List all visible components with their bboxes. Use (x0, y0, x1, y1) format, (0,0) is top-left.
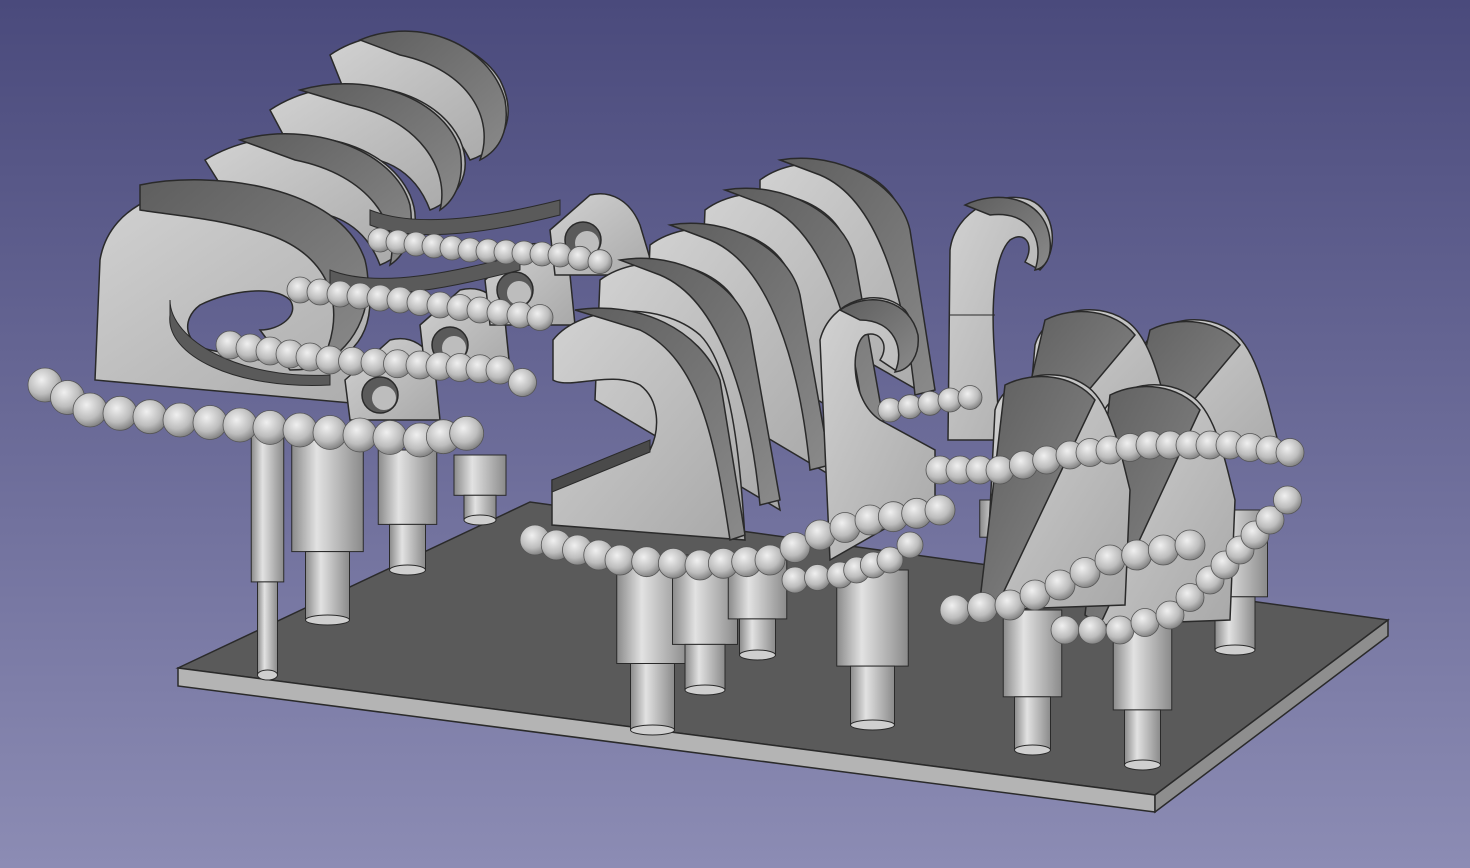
3d-viewport[interactable] (0, 0, 1470, 868)
3d-scene[interactable] (0, 0, 1470, 868)
